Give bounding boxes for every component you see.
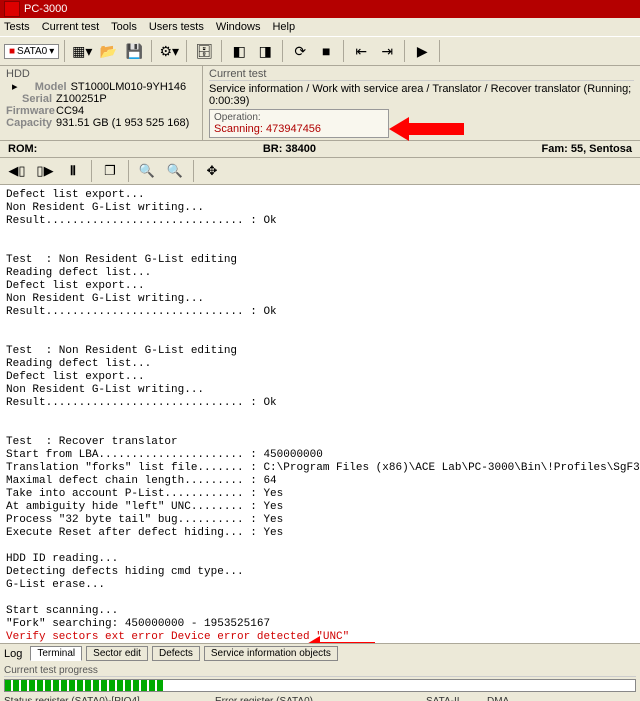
window-title: PC-3000 xyxy=(24,3,67,15)
tab-defects[interactable]: Defects xyxy=(152,646,200,661)
target-icon[interactable]: ✥ xyxy=(199,159,225,183)
current-test-title: Current test xyxy=(209,68,634,81)
tool2-icon[interactable]: ◨ xyxy=(253,39,277,63)
play-icon[interactable]: ▶ xyxy=(410,39,434,63)
toolbar-main: ■SATA0▾ ▦▾ 📂 💾 ⚙▾ 🗄 ◧ ◨ ⟳ ■ ⇤ ⇥ ▶ xyxy=(0,36,640,66)
tab-sector-edit[interactable]: Sector edit xyxy=(86,646,148,661)
current-test-panel: Current test Service information / Work … xyxy=(203,66,640,140)
stop-icon[interactable]: ■ xyxy=(314,39,338,63)
refresh-icon[interactable]: ⟳ xyxy=(288,39,312,63)
grid-icon[interactable]: ▦▾ xyxy=(70,39,94,63)
sata2-register: SATA-II PHY xyxy=(426,696,475,701)
menu-windows[interactable]: Windows xyxy=(216,21,261,33)
db-icon[interactable]: 🗄 xyxy=(192,39,216,63)
find-next-icon[interactable]: 🔍 xyxy=(162,159,188,183)
gear-icon[interactable]: ⚙▾ xyxy=(157,39,181,63)
hdd-model: ST1000LM010-9YH146 xyxy=(71,81,187,93)
menu-tools[interactable]: Tools xyxy=(111,21,137,33)
port-selector[interactable]: ■SATA0▾ xyxy=(4,44,59,59)
log-area[interactable]: Defect list export... Non Resident G-Lis… xyxy=(0,185,640,644)
operation-value: Scanning: 473947456 xyxy=(214,123,384,135)
current-test-path: Service information / Work with service … xyxy=(209,83,634,107)
arrow1-icon[interactable]: ⇤ xyxy=(349,39,373,63)
registers-row: Status register (SATA0)-[PIO4] BSYDRDDWF… xyxy=(0,694,640,701)
fwd-icon[interactable]: ▯▶ xyxy=(32,159,58,183)
progress-section: Current test progress xyxy=(0,665,640,692)
baud-rate: BR: 38400 xyxy=(263,143,316,155)
tabs-row: Log Terminal Sector edit Defects Service… xyxy=(0,644,640,663)
menu-current-test[interactable]: Current test xyxy=(42,21,99,33)
info-row: HDD ▸ ModelST1000LM010-9YH146 SerialZ100… xyxy=(0,66,640,141)
pause-icon[interactable]: Ⅱ xyxy=(60,159,86,183)
arrow2-icon[interactable]: ⇥ xyxy=(375,39,399,63)
dma-register: DMA RQ xyxy=(487,696,511,701)
toolbar-log: ◀▯ ▯▶ Ⅱ ❐ 🔍 🔍 ✥ xyxy=(0,158,640,185)
menu-users-tests[interactable]: Users tests xyxy=(149,21,204,33)
menu-tests[interactable]: Tests xyxy=(4,21,30,33)
hdd-title: HDD xyxy=(6,68,196,80)
hdd-firmware: CC94 xyxy=(56,105,84,117)
menu-help[interactable]: Help xyxy=(272,21,295,33)
tool1-icon[interactable]: ◧ xyxy=(227,39,251,63)
hdd-panel: HDD ▸ ModelST1000LM010-9YH146 SerialZ100… xyxy=(0,66,203,140)
app-icon xyxy=(4,1,20,17)
error-register: Error register (SATA0) BBKUNCINFABRTONAN… xyxy=(215,696,414,701)
hdd-capacity: 931.51 GB (1 953 525 168) xyxy=(56,117,189,129)
copy-icon[interactable]: ❐ xyxy=(97,159,123,183)
status-register: Status register (SATA0)-[PIO4] BSYDRDDWF… xyxy=(4,696,203,701)
rom-row: ROM: BR: 38400 Fam: 55, Sentosa xyxy=(0,141,640,158)
tab-terminal[interactable]: Terminal xyxy=(30,646,82,661)
annotation-arrow-1 xyxy=(389,119,464,139)
log-text: Defect list export... Non Resident G-Lis… xyxy=(6,189,634,644)
rom-label: ROM: xyxy=(8,143,37,155)
progress-label: Current test progress xyxy=(4,665,636,677)
back-icon[interactable]: ◀▯ xyxy=(4,159,30,183)
tab-service-info[interactable]: Service information objects xyxy=(204,646,338,661)
save-icon[interactable]: 💾 xyxy=(122,39,146,63)
hdd-serial: Z100251P xyxy=(56,93,107,105)
open-icon[interactable]: 📂 xyxy=(96,39,120,63)
find-icon[interactable]: 🔍 xyxy=(134,159,160,183)
titlebar: PC-3000 xyxy=(0,0,640,18)
menubar: Tests Current test Tools Users tests Win… xyxy=(0,18,640,36)
progress-bar xyxy=(4,679,636,692)
family: Fam: 55, Sentosa xyxy=(542,143,632,155)
log-label: Log xyxy=(4,648,22,660)
operation-box: Operation: Scanning: 473947456 xyxy=(209,109,389,138)
